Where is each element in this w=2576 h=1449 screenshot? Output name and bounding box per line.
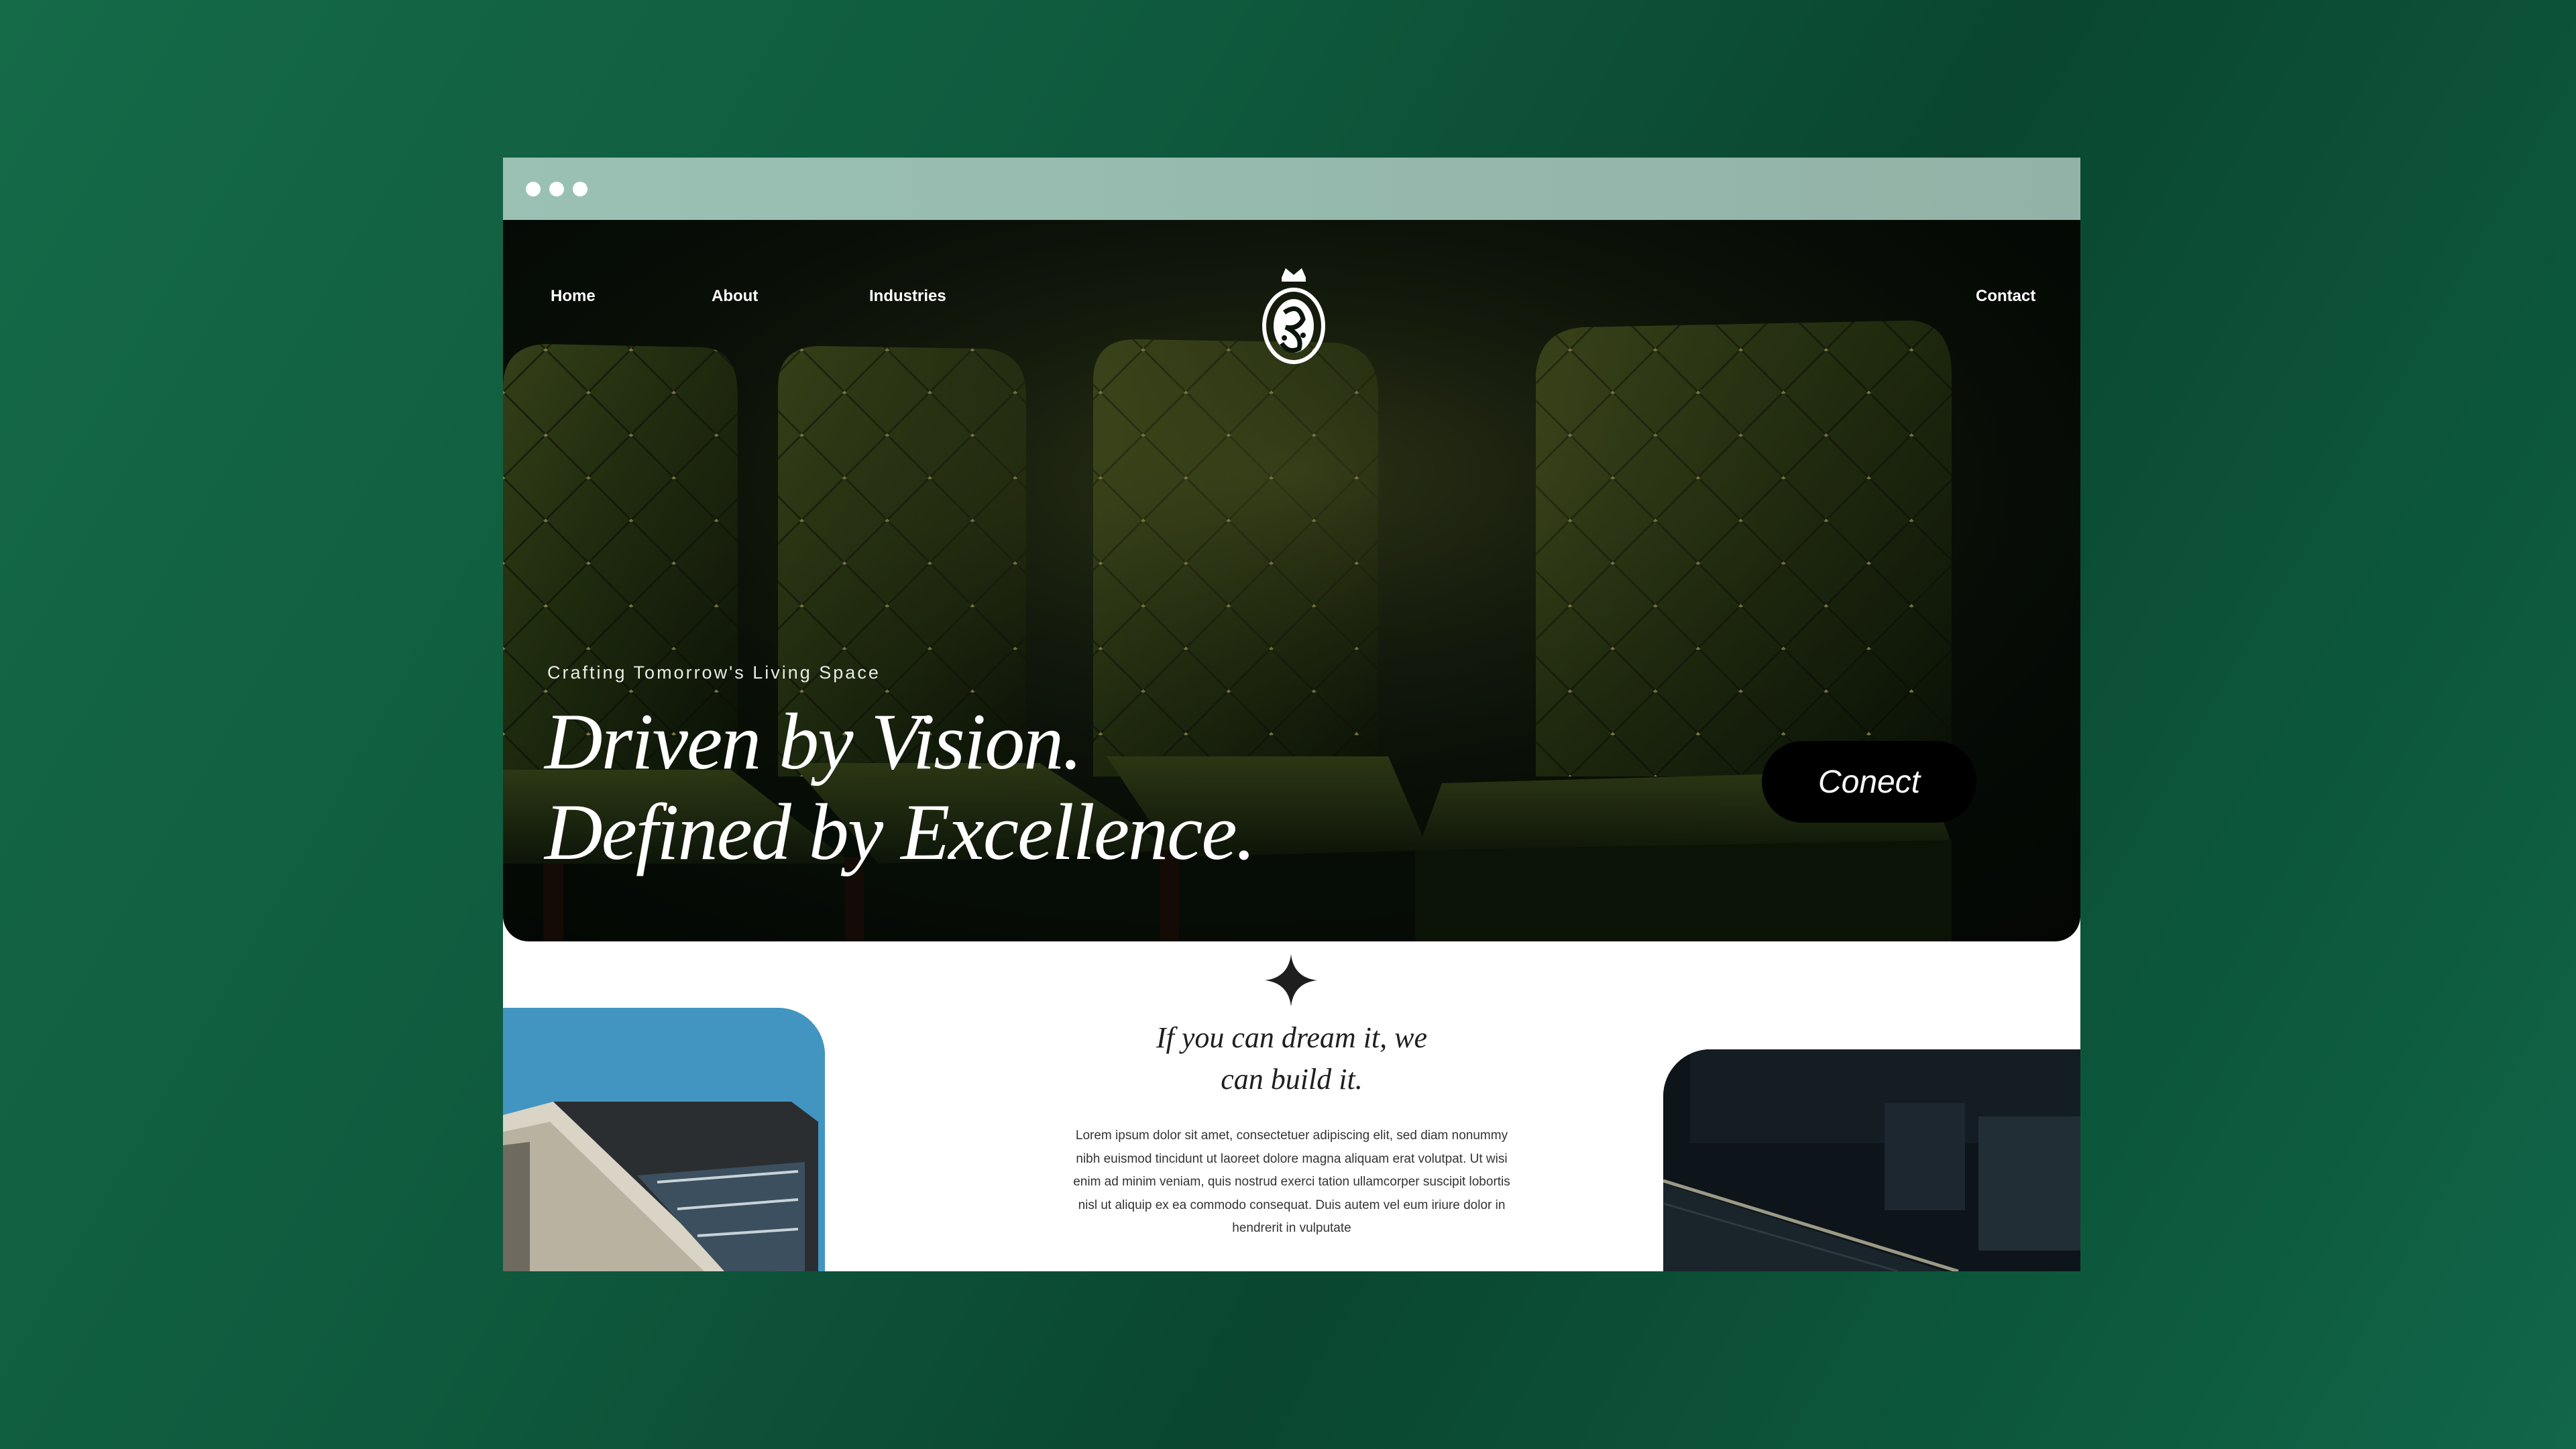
building-image-left xyxy=(503,1008,825,1271)
hero-headline-line1: Driven by Vision. xyxy=(545,697,1082,786)
intro-quote: If you can dream it, we can build it. xyxy=(1124,1017,1459,1100)
hero-section: Home About Industries Contact Crafting T… xyxy=(503,220,2080,941)
nav-home[interactable]: Home xyxy=(551,287,596,306)
crest-logo-icon[interactable] xyxy=(1259,266,1329,366)
building-photo-right xyxy=(1663,1049,2080,1271)
window-control-dot[interactable] xyxy=(526,182,541,196)
intro-quote-line1: If you can dream it, we xyxy=(1156,1021,1428,1054)
hero-tagline: Crafting Tomorrow's Living Space xyxy=(547,662,881,683)
window-control-dot[interactable] xyxy=(549,182,564,196)
nav-contact[interactable]: Contact xyxy=(1976,287,2035,306)
window-control-dot[interactable] xyxy=(573,182,587,196)
nav-industries[interactable]: Industries xyxy=(869,287,946,306)
nav-about[interactable]: About xyxy=(712,287,758,306)
hero-headline-line2: Defined by Excellence. xyxy=(545,787,1256,876)
hero-headline: Driven by Vision. Defined by Excellence. xyxy=(545,696,1256,877)
browser-window: Home About Industries Contact Crafting T… xyxy=(503,158,2080,1271)
intro-quote-line2: can build it. xyxy=(1221,1063,1363,1096)
browser-titlebar xyxy=(503,158,2080,220)
building-image-right xyxy=(1663,1049,2080,1271)
four-point-star-icon xyxy=(1265,954,1317,1006)
building-photo-left xyxy=(503,1008,825,1271)
connect-button[interactable]: Conect xyxy=(1762,741,1976,823)
intro-body-text: Lorem ipsum dolor sit amet, consectetuer… xyxy=(1073,1128,1510,1235)
